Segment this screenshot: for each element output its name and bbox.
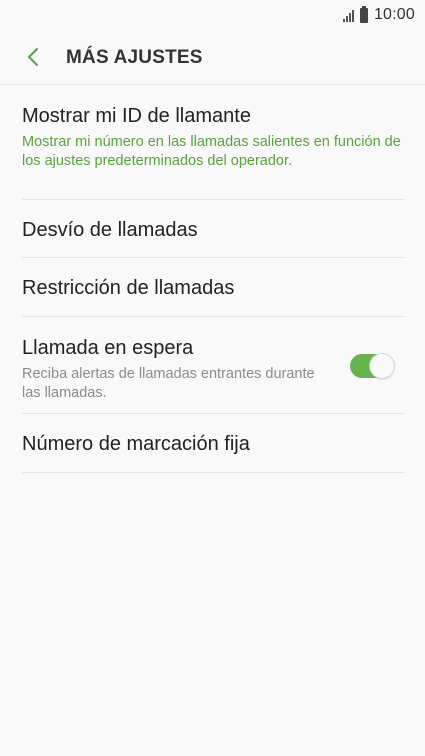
setting-call-barring[interactable]: Restricción de llamadas [22, 258, 405, 317]
setting-call-forwarding-title: Desvío de llamadas [22, 219, 198, 241]
setting-caller-id[interactable]: Mostrar mi ID de llamante Mostrar mi núm… [22, 85, 405, 200]
setting-caller-id-title: Mostrar mi ID de llamante [22, 105, 251, 127]
setting-call-waiting-title: Llamada en espera [22, 337, 194, 359]
toggle-knob [370, 354, 394, 378]
setting-fixed-dialing[interactable]: Número de marcación fija [22, 414, 405, 473]
status-time: 10:00 [373, 6, 415, 23]
setting-caller-id-subtitle: Mostrar mi número en las llamadas salien… [22, 134, 401, 169]
setting-call-waiting-subtitle: Reciba alertas de llamadas entrantes dur… [22, 366, 315, 401]
battery-icon [359, 5, 368, 23]
screen: 10:00 MÁS AJUSTES Mostrar mi ID de llama… [0, 0, 425, 756]
setting-call-waiting[interactable]: Llamada en espera Reciba alertas de llam… [22, 317, 405, 414]
setting-fixed-dialing-title: Número de marcación fija [22, 433, 250, 455]
setting-call-forwarding[interactable]: Desvío de llamadas [22, 200, 405, 258]
signal-icon [342, 9, 354, 22]
call-waiting-toggle[interactable] [350, 354, 394, 378]
status-icons: 10:00 [342, 5, 415, 24]
chevron-left-icon [28, 48, 38, 66]
page-title: MÁS AJUSTES [66, 47, 203, 68]
app-bar: MÁS AJUSTES [0, 32, 425, 85]
back-button[interactable] [18, 42, 48, 72]
status-bar: 10:00 [0, 0, 425, 32]
setting-call-barring-title: Restricción de llamadas [22, 277, 235, 299]
settings-list: Mostrar mi ID de llamante Mostrar mi núm… [22, 85, 405, 473]
